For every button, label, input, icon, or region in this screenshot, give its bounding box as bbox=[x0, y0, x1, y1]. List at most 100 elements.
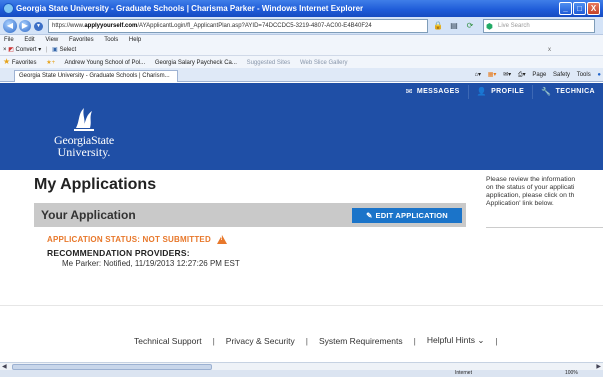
logo-line-2: University. bbox=[57, 145, 111, 159]
menu-edit[interactable]: Edit bbox=[24, 37, 34, 43]
compatibility-icon[interactable]: ▤ bbox=[448, 20, 460, 31]
sidebar-divider bbox=[486, 227, 603, 228]
select-button[interactable]: Select bbox=[59, 47, 76, 53]
wrench-icon: 🔧 bbox=[541, 87, 552, 96]
toolbar-close-right[interactable]: x bbox=[548, 45, 551, 56]
technical-support-link[interactable]: Technical Support bbox=[134, 336, 202, 346]
footer-divider bbox=[0, 305, 603, 306]
favorites-button[interactable]: ★ Favorites bbox=[3, 57, 37, 66]
convert-button[interactable]: Convert bbox=[16, 47, 37, 53]
scroll-left-icon[interactable]: ◀ bbox=[2, 363, 7, 370]
menu-help[interactable]: Help bbox=[129, 37, 141, 43]
favorite-link-andrew-young[interactable]: Andrew Young School of Pol... bbox=[64, 60, 145, 66]
tab-active[interactable]: Georgia State University - Graduate Scho… bbox=[14, 70, 178, 82]
refresh-icon[interactable]: ⟳ bbox=[464, 20, 476, 31]
warning-icon bbox=[216, 235, 227, 244]
favorite-link-suggested[interactable]: Suggested Sites bbox=[247, 60, 291, 66]
horizontal-scrollbar[interactable]: ◀ ▶ bbox=[0, 362, 603, 370]
messages-label: MESSAGES bbox=[416, 88, 460, 95]
window-title-bar: Georgia State University - Graduate Scho… bbox=[0, 0, 603, 17]
system-requirements-link[interactable]: System Requirements bbox=[319, 336, 403, 346]
url-prefix: https://www. bbox=[52, 23, 85, 29]
menu-bar: File Edit View Favorites Tools Help bbox=[0, 35, 603, 45]
favorites-star-icon: ★ bbox=[3, 57, 11, 66]
safety-menu[interactable]: Safety bbox=[553, 72, 570, 78]
print-icon[interactable]: ⎙▾ bbox=[518, 72, 526, 78]
select-icon: ▣ bbox=[52, 47, 58, 53]
help-icon[interactable]: ● bbox=[597, 72, 601, 78]
sidebar-line: on the status of your applicati bbox=[486, 184, 575, 191]
technical-label: TECHNICA bbox=[555, 88, 595, 95]
footer-separator: | bbox=[212, 335, 215, 346]
sidebar-line: Application' link below. bbox=[486, 200, 554, 207]
page-menu[interactable]: Page bbox=[532, 72, 546, 78]
site-header: ✉ MESSAGES 👤 PROFILE 🔧 TECHNICA GeorgiaS… bbox=[0, 83, 603, 170]
helpful-hints-link[interactable]: Helpful Hints ⌄ bbox=[427, 335, 485, 346]
window-title: Georgia State University - Graduate Scho… bbox=[16, 4, 364, 13]
gsu-logo[interactable]: GeorgiaState University. bbox=[48, 106, 120, 158]
application-status: APPLICATION STATUS: NOT SUBMITTED bbox=[47, 235, 227, 244]
sidebar-info: Please review the information on the sta… bbox=[486, 176, 603, 208]
footer-separator: | bbox=[495, 335, 498, 346]
window-controls: _ □ X bbox=[559, 2, 600, 15]
footer-links: Technical Support | Privacy & Security |… bbox=[134, 335, 509, 346]
ie-logo-icon bbox=[3, 3, 14, 14]
flame-logo-icon bbox=[74, 108, 94, 131]
address-bar: ◀ ▶ ▼ https://www.applyyourself.com/AYAp… bbox=[0, 17, 603, 35]
convert-toolbar: × ◩ Convert ▾ | ▣ Select x bbox=[0, 45, 603, 56]
application-bar-title: Your Application bbox=[41, 208, 136, 222]
feeds-icon[interactable]: ▦▾ bbox=[488, 72, 497, 78]
home-icon[interactable]: ⌂▾ bbox=[474, 72, 481, 78]
sidebar-line: application, please click on th bbox=[486, 192, 575, 199]
menu-favorites[interactable]: Favorites bbox=[69, 37, 94, 43]
menu-file[interactable]: File bbox=[4, 37, 14, 43]
status-bar: Internet 100% bbox=[0, 370, 603, 377]
footer-separator: | bbox=[413, 335, 416, 346]
tab-bar: Georgia State University - Graduate Scho… bbox=[0, 68, 603, 82]
web-page: ✉ MESSAGES 👤 PROFILE 🔧 TECHNICA GeorgiaS… bbox=[0, 83, 603, 362]
application-bar: Your Application ✎ EDIT APPLICATION bbox=[34, 203, 466, 227]
pdf-convert-icon: ◩ bbox=[8, 47, 14, 53]
privacy-security-link[interactable]: Privacy & Security bbox=[226, 336, 295, 346]
url-path: /AYApplicantLogin/fl_ApplicantPlan.asp?A… bbox=[137, 23, 372, 29]
minimize-button[interactable]: _ bbox=[559, 2, 572, 15]
scroll-right-icon[interactable]: ▶ bbox=[596, 363, 601, 370]
site-top-nav: ✉ MESSAGES 👤 PROFILE 🔧 TECHNICA bbox=[398, 85, 603, 99]
toolbar-separator: | bbox=[45, 47, 48, 53]
close-button[interactable]: X bbox=[587, 2, 600, 15]
edit-application-label: EDIT APPLICATION bbox=[375, 211, 448, 220]
maximize-button[interactable]: □ bbox=[573, 2, 586, 15]
search-input[interactable]: ⬢ Live Search bbox=[483, 19, 595, 33]
history-dropdown-icon[interactable]: ▼ bbox=[34, 22, 43, 31]
add-favorite-icon[interactable]: ★+ bbox=[46, 60, 55, 66]
footer-separator: | bbox=[305, 335, 308, 346]
person-icon: 👤 bbox=[476, 87, 488, 96]
mail-icon[interactable]: ✉▾ bbox=[503, 72, 511, 78]
live-search-icon: ⬢ bbox=[486, 22, 493, 31]
zoom-level[interactable]: 100% bbox=[565, 370, 578, 377]
tools-menu[interactable]: Tools bbox=[577, 72, 591, 78]
recommendation-label: RECOMMENDATION PROVIDERS: bbox=[47, 248, 190, 258]
profile-label: PROFILE bbox=[491, 88, 525, 95]
convert-dropdown-icon[interactable]: ▾ bbox=[38, 47, 41, 53]
favorite-link-web-slice[interactable]: Web Slice Gallery bbox=[300, 60, 348, 66]
edit-application-button[interactable]: ✎ EDIT APPLICATION bbox=[352, 208, 462, 223]
back-icon[interactable]: ◀ bbox=[3, 19, 17, 33]
messages-link[interactable]: ✉ MESSAGES bbox=[398, 85, 468, 99]
chevron-down-icon: ⌄ bbox=[477, 335, 485, 345]
status-text: APPLICATION STATUS: NOT SUBMITTED bbox=[47, 235, 211, 244]
envelope-icon: ✉ bbox=[405, 87, 413, 96]
forward-icon[interactable]: ▶ bbox=[19, 20, 31, 32]
favorite-link-salary[interactable]: Georgia Salary Paycheck Ca... bbox=[155, 60, 237, 66]
technical-link[interactable]: 🔧 TECHNICA bbox=[532, 85, 603, 99]
toolbar-close-icon[interactable]: × bbox=[3, 47, 7, 53]
page-title: My Applications bbox=[34, 176, 157, 193]
profile-link[interactable]: 👤 PROFILE bbox=[467, 85, 533, 99]
command-bar: ⌂▾ ▦▾ ✉▾ ⎙▾ Page Safety Tools ● bbox=[469, 70, 601, 81]
favorites-bar: ★ Favorites ★+ Andrew Young School of Po… bbox=[0, 56, 603, 68]
url-input[interactable]: https://www.applyyourself.com/AYApplican… bbox=[48, 19, 428, 33]
lock-icon[interactable]: 🔒 bbox=[432, 20, 444, 31]
menu-tools[interactable]: Tools bbox=[104, 37, 118, 43]
pencil-icon: ✎ bbox=[366, 211, 373, 220]
menu-view[interactable]: View bbox=[45, 37, 58, 43]
